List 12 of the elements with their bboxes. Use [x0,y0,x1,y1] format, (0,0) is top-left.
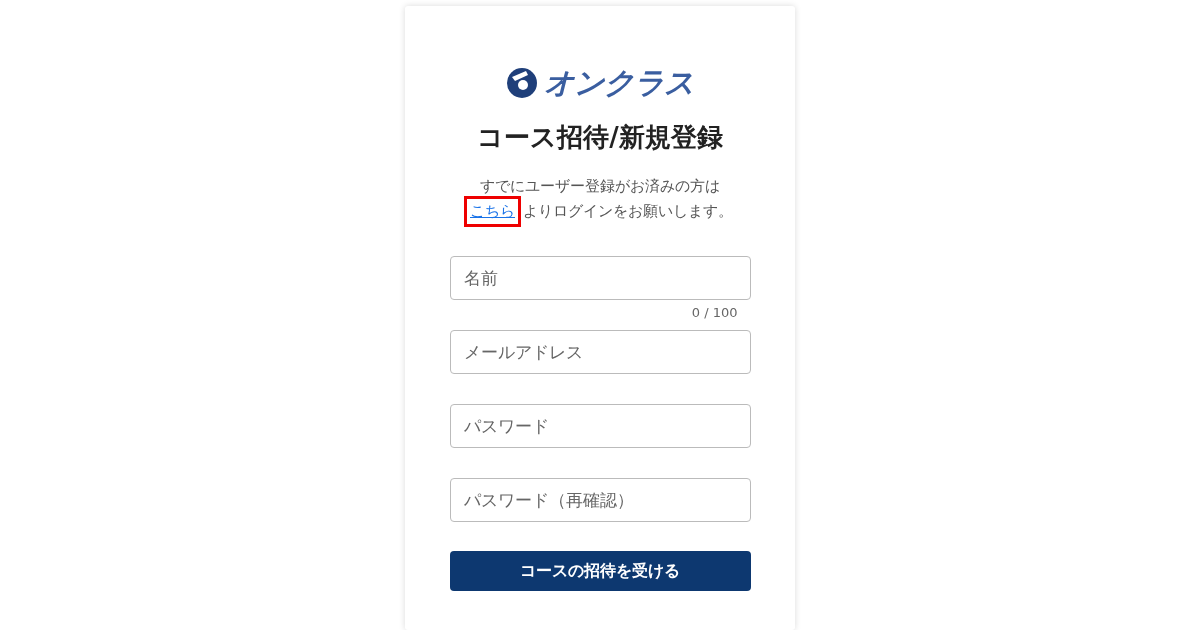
submit-button[interactable]: コースの招待を受ける [449,551,751,591]
logo-icon [506,67,538,99]
input-field[interactable]: パスワード [449,404,751,448]
input-field[interactable]: 名前 [449,256,751,300]
logo-text: オンクラス [544,66,694,100]
character-counter: 0 / 100 [690,304,739,322]
input-field[interactable]: メールアドレス [449,330,751,374]
page-title: コース招待/新規登録 [477,121,723,154]
login-link[interactable]: こちら [467,199,518,224]
input-field[interactable]: パスワード（再確認） [449,478,751,522]
notice-text: よりログインをお願いします。 [523,201,733,222]
notice-text: すでにユーザー登録がお済みの方は [479,176,721,197]
